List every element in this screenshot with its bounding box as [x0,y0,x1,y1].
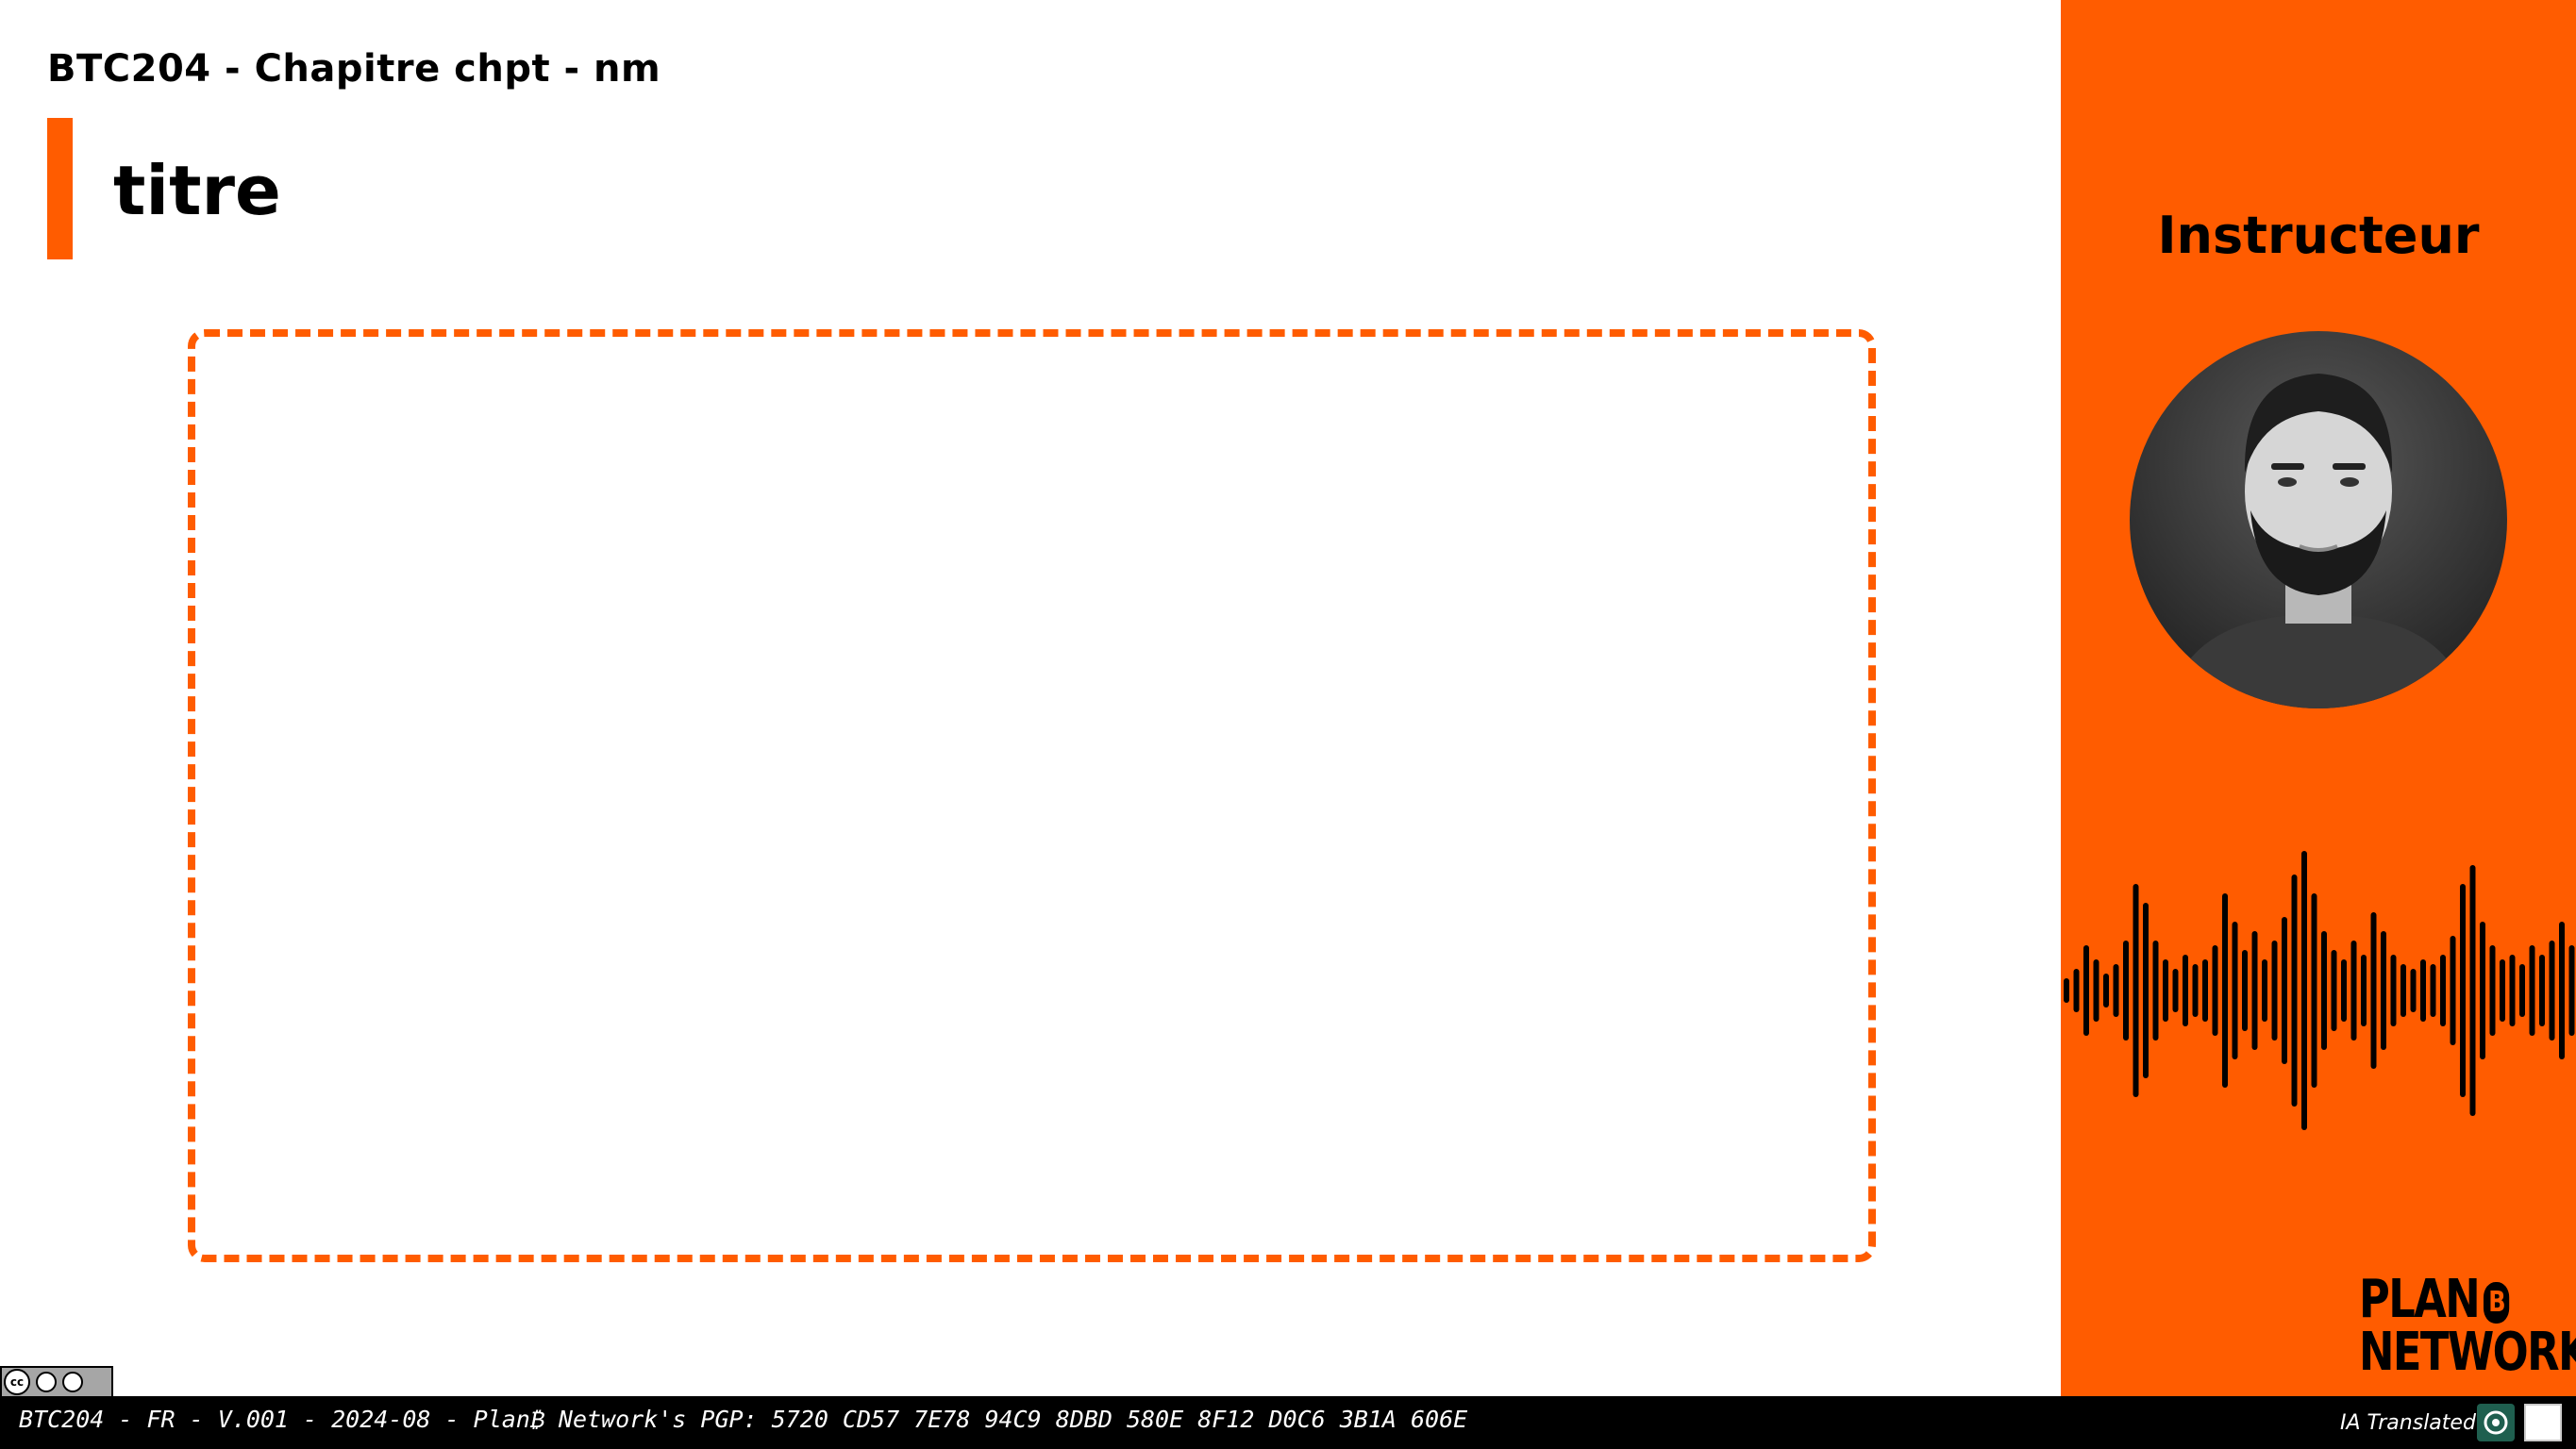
instructor-label: Instructeur [2157,206,2480,265]
openai-icon [2477,1404,2515,1441]
footer-bar: BTC204 - FR - V.001 - 2024-08 - Plan₿ Ne… [0,1396,2576,1449]
share-alike-icon [62,1372,83,1392]
partner-logo-icon [2524,1404,2562,1441]
footer-pgp-text: BTC204 - FR - V.001 - 2024-08 - Plan₿ Ne… [19,1406,1468,1433]
instructor-sidebar: Instructeur [2061,0,2576,1396]
brand-line-2: NETWORK [2359,1322,2576,1383]
audio-waveform-icon [2064,851,2575,1130]
instructor-photo-icon [2167,374,2469,708]
creative-commons-badge: cc [0,1366,113,1398]
plan-b-network-logo: PLAN B NETWORK [2359,1274,2576,1383]
slide-header: BTC204 - Chapitre chpt - nm [47,47,661,91]
content-placeholder-frame [188,329,1876,1262]
instructor-avatar [2130,331,2507,708]
bitcoin-b-badge-icon: B [2483,1281,2510,1324]
cc-icon: cc [4,1369,30,1395]
title-accent-bar [47,118,73,259]
slide-title: titre [113,151,281,230]
attribution-icon [36,1372,57,1392]
ai-translated-label: IA Translated [2340,1411,2476,1435]
